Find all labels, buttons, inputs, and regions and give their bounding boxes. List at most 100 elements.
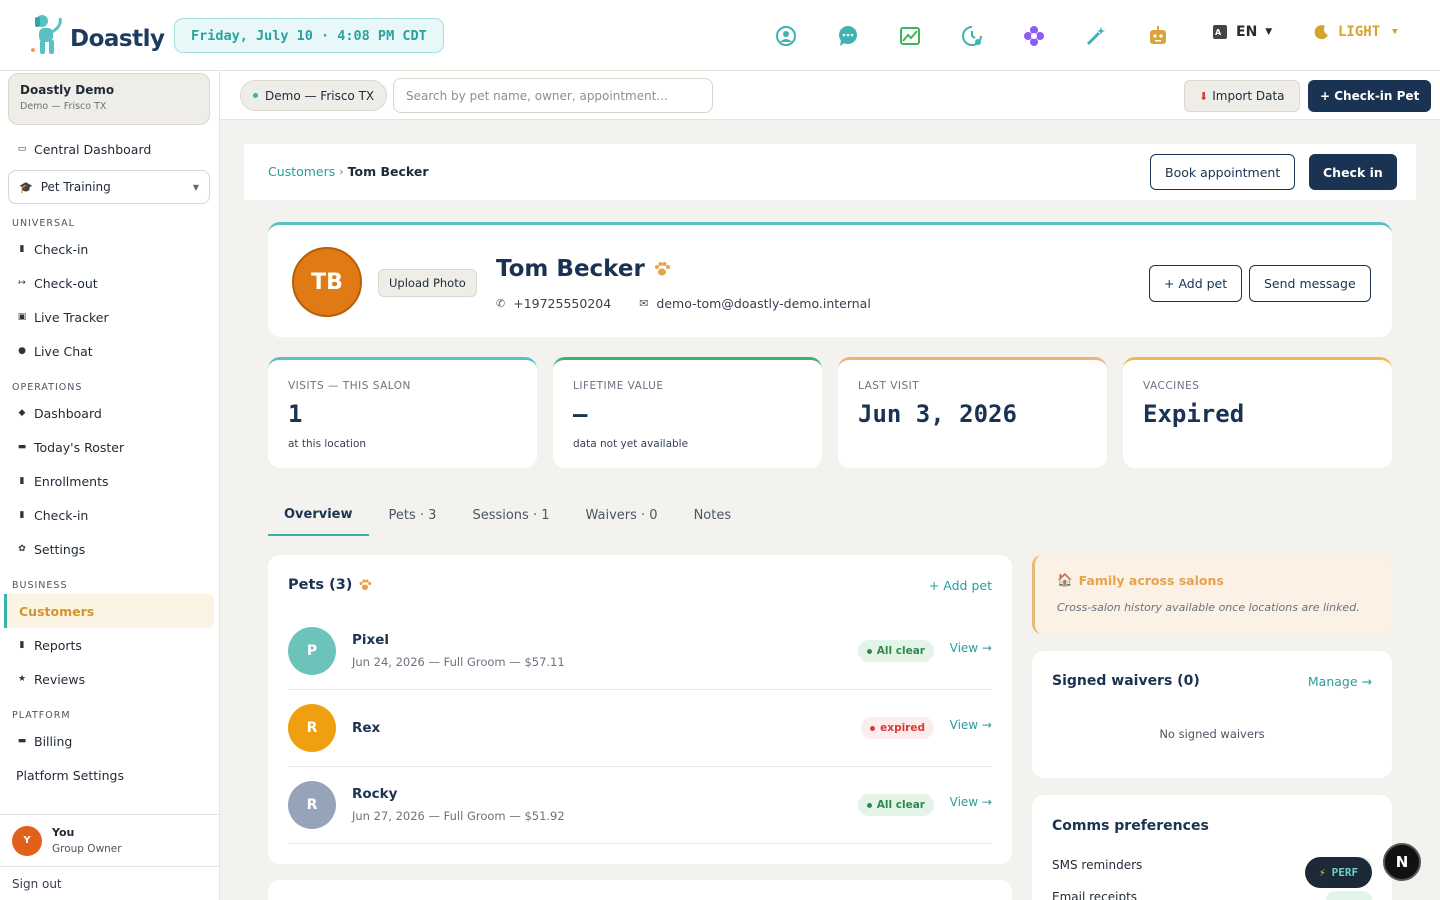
chart-image-icon[interactable] [896,22,924,50]
status-label: expired [880,722,925,734]
status-dot [253,93,258,98]
import-data-button[interactable]: ⬇ Import Data [1184,80,1300,112]
moon-icon [1314,25,1328,40]
stat-lifetime-value: LIFETIME VALUE — data not yet available [553,357,822,468]
module-select[interactable]: 🎓 Pet Training ▼ [8,170,210,204]
sidebar-item-check-out[interactable]: ↦ Check-out [0,266,219,300]
sidebar-item-check-in[interactable]: ▮ Check-in [0,232,219,266]
clock-refresh-icon[interactable] [958,22,986,50]
breadcrumb-customers[interactable]: Customers [268,164,335,179]
sidebar-item-enrollments[interactable]: ▮ Enrollments [0,464,219,498]
status-dot [866,648,872,654]
tab-notes[interactable]: Notes [678,494,748,536]
language-label: EN [1236,24,1258,40]
sidebar-item-platform-settings[interactable]: Platform Settings [0,758,219,792]
sidebar-item-todays-roster[interactable]: ▬ Today's Roster [0,430,219,464]
app-logo[interactable]: Doastly [30,14,165,56]
tab-sessions[interactable]: Sessions · 1 [456,494,565,536]
sign-out-link[interactable]: Sign out [0,866,219,900]
theme-toggle[interactable]: LIGHT ▼ [1314,24,1398,40]
stat-value: Jun 3, 2026 [858,400,1017,428]
paw-icon [654,262,670,276]
tab-pets[interactable]: Pets · 3 [373,494,453,536]
top-toolbar [772,22,1206,50]
dev-tools-badge[interactable]: N [1383,843,1421,881]
sidebar-item-label: Live Tracker [34,309,109,325]
clipboard-icon: ▮ [19,476,25,486]
org-switcher[interactable]: Doastly Demo Demo — Frisco TX [8,73,210,125]
section-platform: PLATFORM [12,709,71,721]
pet-last-service: Jun 27, 2026 — Full Groom — $51.92 [352,809,565,823]
family-title-text: Family across salons [1078,572,1224,588]
current-datetime: Friday, July 10 · 4:08 PM CDT [174,18,444,53]
add-pet-link[interactable]: + Add pet [929,578,992,593]
customer-tabs: Overview Pets · 3 Sessions · 1 Waivers ·… [268,494,751,536]
stat-value: Expired [1143,400,1245,428]
breadcrumb-separator: › [339,165,344,178]
phone-icon: ✆ [496,297,506,310]
search-input[interactable] [393,78,713,113]
customer-phone[interactable]: +19725550204 [513,296,611,311]
location-selector[interactable]: Demo — Frisco TX [240,80,388,111]
sidebar-item-reports[interactable]: ▮ Reports [0,628,219,662]
sidebar-item-label: Check-out [34,275,98,291]
breadcrumb-current: Tom Becker [347,164,429,179]
waivers-title: Signed waivers (0) [1052,673,1200,689]
sidebar-item-label: Central Dashboard [34,141,152,157]
sidebar-item-settings[interactable]: ✿ Settings [0,532,219,566]
current-user[interactable]: Y You Group Owner [0,814,219,866]
sidebar: Doastly Demo Demo — Frisco TX ▭ Central … [0,71,220,900]
robot-icon[interactable] [1144,22,1172,50]
status-dot [870,725,876,731]
tab-overview[interactable]: Overview [268,494,369,536]
magic-wand-icon[interactable] [1082,22,1110,50]
user-name: You [52,826,75,839]
org-name: Doastly Demo [20,83,115,97]
check-in-button[interactable]: Check in [1309,154,1397,190]
perf-label: PERF [1331,866,1359,879]
pet-row[interactable]: P Pixel Jun 24, 2026 — Full Groom — $57.… [288,613,992,690]
pet-name: Rocky [352,786,398,802]
breadcrumb: Customers › Tom Becker [268,164,429,179]
user-circle-icon[interactable] [772,22,800,50]
stat-last-visit: LAST VISIT Jun 3, 2026 [838,357,1107,468]
waivers-empty-state: No signed waivers [1159,727,1265,741]
perf-button[interactable]: ⚡ PERF [1305,857,1373,888]
clipboard-icon: ▮ [19,640,25,650]
monitor-icon: ▬ [17,442,27,452]
view-pet-link[interactable]: View → [950,641,992,655]
upload-photo-button[interactable]: Upload Photo [378,269,477,297]
check-in-pet-button[interactable]: + Check-in Pet [1308,80,1432,112]
sidebar-item-reviews[interactable]: ★ Reviews [0,662,219,696]
send-message-button[interactable]: Send message [1249,265,1371,302]
sidebar-item-label: Check-in [34,507,89,523]
sidebar-item-customers[interactable]: Customers [4,594,214,628]
sidebar-item-dashboard[interactable]: ◆ Dashboard [0,396,219,430]
sidebar-item-billing[interactable]: ▬ Billing [0,724,219,758]
sidebar-item-label: Live Chat [34,343,93,359]
customer-profile-card: TB Upload Photo Tom Becker ✆ +1972555020… [268,222,1392,337]
customer-contact: ✆ +19725550204 ✉ demo-tom@doastly-demo.i… [496,296,871,311]
sidebar-item-live-chat[interactable]: ● Live Chat [0,334,219,368]
book-appointment-button[interactable]: Book appointment [1150,154,1296,190]
language-selector[interactable]: A EN ▼ [1212,24,1272,40]
email-toggle[interactable] [1326,891,1372,900]
customer-email[interactable]: demo-tom@doastly-demo.internal [656,296,870,311]
section-operations: OPERATIONS [12,381,83,393]
add-pet-button[interactable]: + Add pet [1149,265,1243,302]
sidebar-item-central-dashboard[interactable]: ▭ Central Dashboard [0,132,219,166]
view-pet-link[interactable]: View → [950,718,992,732]
tab-waivers[interactable]: Waivers · 0 [569,494,673,536]
view-pet-link[interactable]: View → [950,795,992,809]
chat-bubble-icon[interactable] [834,22,862,50]
sidebar-item-live-tracker[interactable]: ▣ Live Tracker [0,300,219,334]
customer-name-heading: Tom Becker [496,256,671,282]
pet-row[interactable]: R Rex expired View → [288,690,992,767]
pet-row[interactable]: R Rocky Jun 27, 2026 — Full Groom — $51.… [288,767,992,844]
org-location: Demo — Frisco TX [20,101,107,112]
stat-value: — [573,400,588,428]
flower-icon[interactable] [1020,22,1048,50]
clipboard-icon: ▮ [19,510,25,520]
manage-waivers-link[interactable]: Manage → [1308,674,1372,689]
sidebar-item-training-check-in[interactable]: ▮ Check-in [0,498,219,532]
